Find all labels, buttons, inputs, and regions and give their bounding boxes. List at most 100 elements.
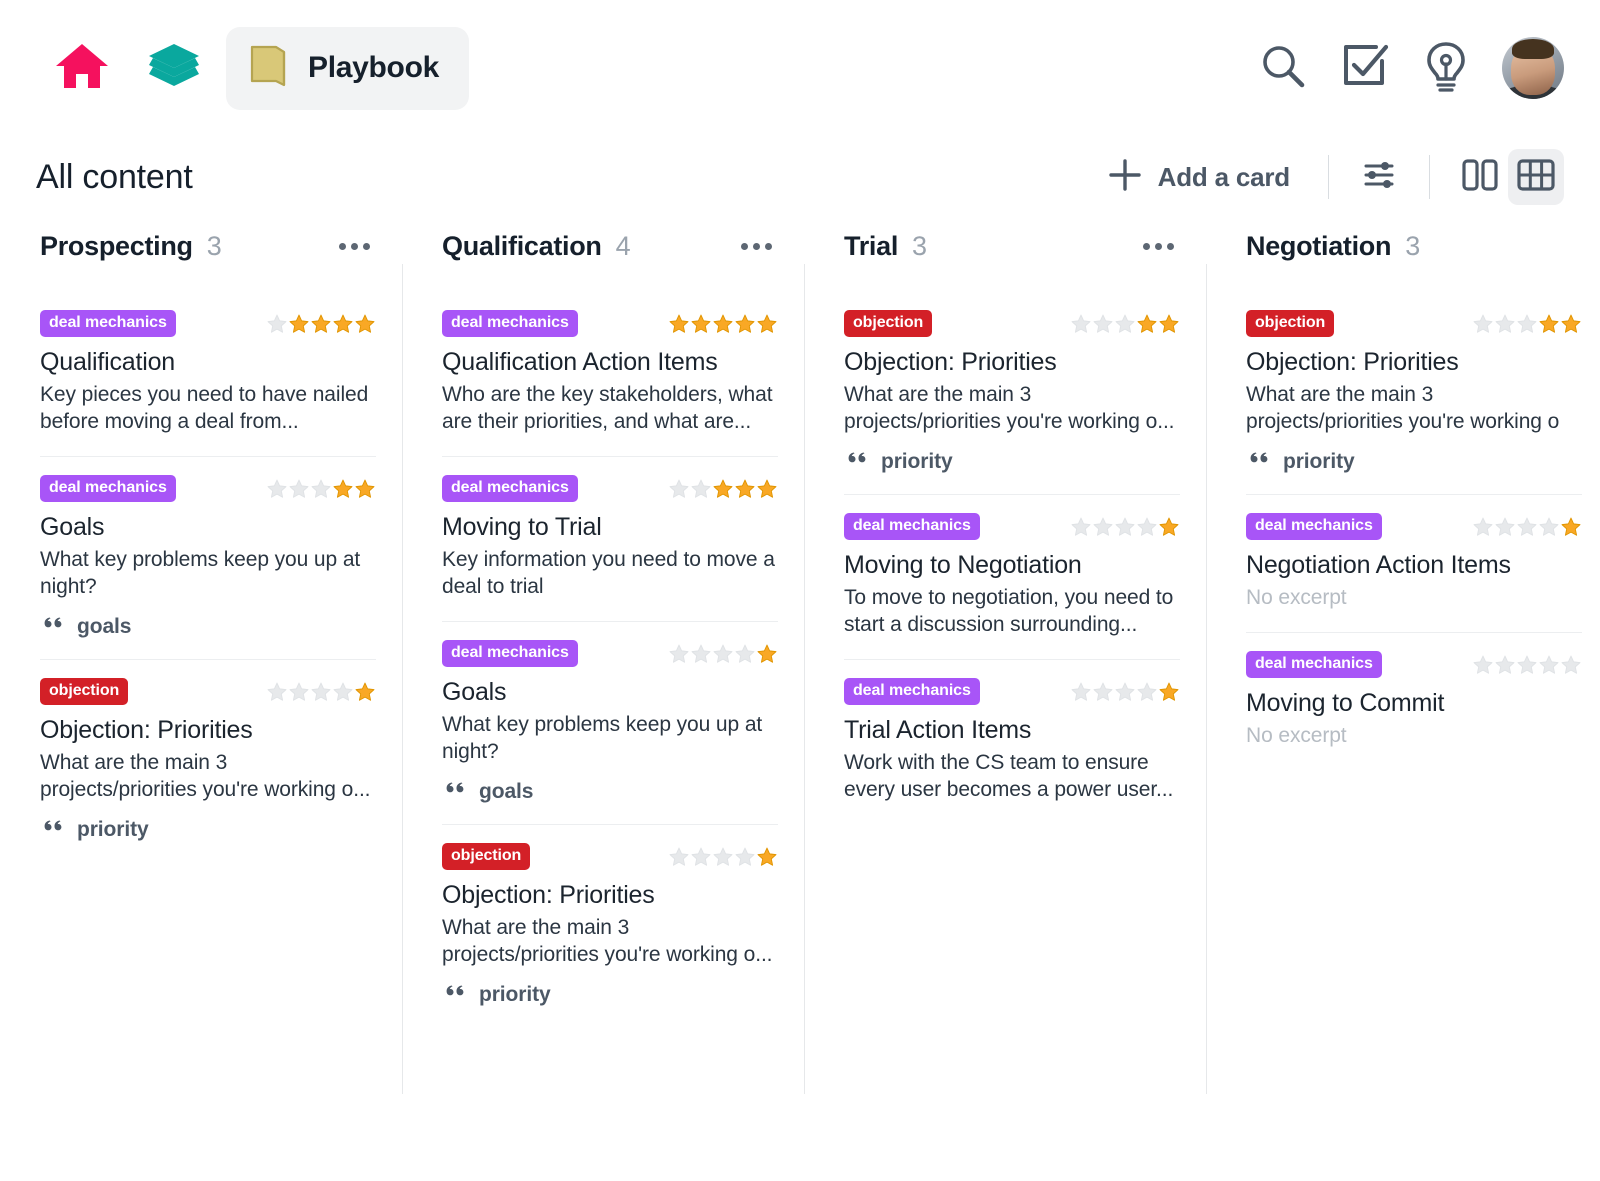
lightbulb-icon [1422, 40, 1470, 97]
card-category-badge[interactable]: deal mechanics [844, 513, 980, 540]
card-category-badge[interactable]: objection [40, 678, 128, 705]
star-filled-icon [1560, 516, 1582, 538]
card-tag[interactable]: priority [40, 817, 376, 842]
card-category-badge[interactable]: deal mechanics [844, 678, 980, 705]
card-rating-stars[interactable] [266, 478, 376, 500]
card-title: Goals [442, 677, 778, 708]
card-rating-stars[interactable] [668, 313, 778, 335]
card-title: Objection: Priorities [844, 347, 1180, 378]
avatar[interactable] [1502, 37, 1564, 99]
home-nav-button[interactable] [36, 22, 128, 114]
dot [1143, 243, 1150, 250]
card-header: deal mechanics [442, 475, 778, 502]
content-card[interactable]: deal mechanicsTrial Action ItemsWork wit… [844, 660, 1180, 824]
content-card[interactable]: objectionObjection: PrioritiesWhat are t… [442, 825, 778, 1027]
star-filled-icon [354, 681, 376, 703]
star-filled-icon [288, 313, 310, 335]
card-category-badge[interactable]: objection [844, 310, 932, 337]
column-title: Trial [844, 231, 898, 262]
card-category-badge[interactable]: deal mechanics [1246, 651, 1382, 678]
search-button[interactable] [1258, 41, 1308, 96]
column-menu-button[interactable] [735, 235, 778, 258]
card-category-badge[interactable]: deal mechanics [1246, 513, 1382, 540]
star-empty-icon [1092, 516, 1114, 538]
column-menu-button[interactable] [333, 235, 376, 258]
card-tag[interactable]: priority [442, 982, 778, 1007]
content-card[interactable]: deal mechanicsGoalsWhat key problems kee… [40, 457, 376, 660]
card-tag[interactable]: priority [844, 449, 1180, 474]
content-card[interactable]: objectionObjection: PrioritiesWhat are t… [844, 292, 1180, 495]
card-rating-stars[interactable] [1070, 681, 1180, 703]
quote-mark-icon [40, 817, 64, 842]
column-menu-button[interactable] [1137, 235, 1180, 258]
card-rating-stars[interactable] [668, 478, 778, 500]
card-rating-stars[interactable] [1472, 313, 1582, 335]
card-header: deal mechanics [442, 640, 778, 667]
card-tag[interactable]: priority [1246, 449, 1582, 474]
card-excerpt: Who are the key stakeholders, what are t… [442, 382, 778, 436]
card-rating-stars[interactable] [266, 681, 376, 703]
star-filled-icon [712, 313, 734, 335]
card-rating-stars[interactable] [1472, 516, 1582, 538]
star-filled-icon [734, 478, 756, 500]
column-count: 3 [1405, 231, 1420, 262]
column-header: Qualification4 [442, 218, 778, 274]
column-title: Prospecting [40, 231, 193, 262]
star-empty-icon [690, 643, 712, 665]
content-card[interactable]: deal mechanicsQualificationKey pieces yo… [40, 292, 376, 457]
content-card[interactable]: objectionObjection: PrioritiesWhat are t… [1246, 292, 1582, 495]
grid-view-icon [1515, 155, 1557, 200]
content-card[interactable]: deal mechanicsNegotiation Action ItemsNo… [1246, 495, 1582, 633]
card-rating-stars[interactable] [668, 846, 778, 868]
layers-nav-button[interactable] [128, 22, 220, 114]
kanban-board: Prospecting3deal mechanicsQualificationK… [0, 218, 1600, 1158]
star-empty-icon [668, 643, 690, 665]
card-category-badge[interactable]: objection [1246, 310, 1334, 337]
insights-button[interactable] [1422, 40, 1470, 97]
card-tag[interactable]: goals [40, 614, 376, 639]
content-card[interactable]: deal mechanicsMoving to NegotiationTo mo… [844, 495, 1180, 660]
card-category-badge[interactable]: deal mechanics [442, 475, 578, 502]
card-rating-stars[interactable] [1070, 313, 1180, 335]
card-rating-stars[interactable] [1472, 654, 1582, 676]
content-card[interactable]: deal mechanicsQualification Action Items… [442, 292, 778, 457]
card-tag-label: goals [479, 780, 533, 804]
card-tag-label: priority [1283, 450, 1355, 474]
content-card[interactable]: deal mechanicsMoving to CommitNo excerpt [1246, 633, 1582, 770]
add-card-button[interactable]: Add a card [1092, 152, 1306, 203]
board-column-prospecting: Prospecting3 deal mechanicsQualificationK… [0, 218, 402, 1158]
star-empty-icon [310, 681, 332, 703]
book-icon [248, 43, 290, 94]
star-empty-icon [1070, 313, 1092, 335]
star-filled-icon [712, 478, 734, 500]
card-rating-stars[interactable] [668, 643, 778, 665]
column-header: Prospecting3 [40, 218, 376, 274]
card-category-badge[interactable]: deal mechanics [40, 475, 176, 502]
card-category-badge[interactable]: deal mechanics [442, 310, 578, 337]
filter-settings-button[interactable] [1351, 149, 1407, 205]
tasks-button[interactable] [1340, 41, 1390, 96]
star-filled-icon [756, 313, 778, 335]
card-excerpt: What are the main 3 projects/priorities … [40, 750, 376, 804]
card-tag[interactable]: goals [442, 779, 778, 804]
card-title: Objection: Priorities [1246, 347, 1582, 378]
star-empty-icon [1114, 313, 1136, 335]
card-category-badge[interactable]: deal mechanics [40, 310, 176, 337]
quote-mark-icon [40, 614, 64, 639]
card-rating-stars[interactable] [266, 313, 376, 335]
star-empty-icon [1092, 313, 1114, 335]
content-card[interactable]: deal mechanicsGoalsWhat key problems kee… [442, 622, 778, 825]
star-empty-icon [1538, 516, 1560, 538]
card-tag-label: priority [479, 983, 551, 1007]
split-view-button[interactable] [1452, 149, 1508, 205]
star-filled-icon [332, 478, 354, 500]
content-card[interactable]: objectionObjection: PrioritiesWhat are t… [40, 660, 376, 862]
card-rating-stars[interactable] [1070, 516, 1180, 538]
card-category-badge[interactable]: deal mechanics [442, 640, 578, 667]
card-excerpt: What are the main 3 projects/priorities … [442, 915, 778, 969]
grid-view-button[interactable] [1508, 149, 1564, 205]
dot [363, 243, 370, 250]
card-category-badge[interactable]: objection [442, 843, 530, 870]
content-card[interactable]: deal mechanicsMoving to TrialKey informa… [442, 457, 778, 622]
playbook-tab[interactable]: Playbook [226, 27, 469, 110]
